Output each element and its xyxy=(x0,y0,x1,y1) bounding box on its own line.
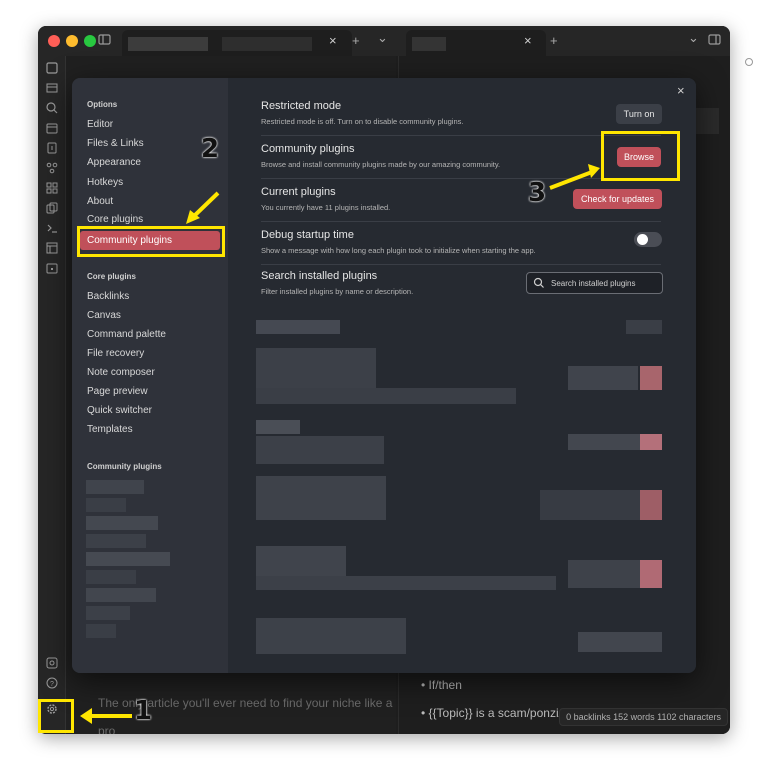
arrow-to-browse-button xyxy=(549,164,600,190)
arrow-to-community-plugins xyxy=(186,191,220,224)
arrow-to-settings-gear xyxy=(80,708,132,724)
annotation-arrows xyxy=(80,164,600,724)
